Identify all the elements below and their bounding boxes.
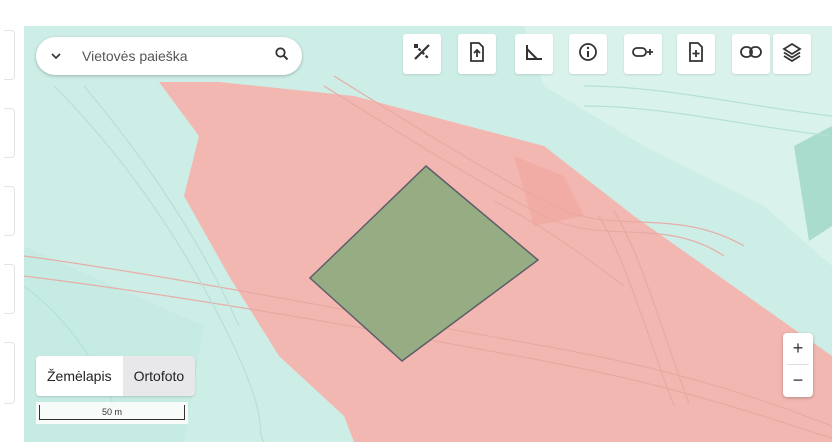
file-add-icon (687, 41, 705, 67)
search-box (36, 37, 302, 75)
layers-button[interactable] (773, 34, 811, 74)
info-button[interactable] (569, 34, 607, 74)
panel-tab[interactable] (4, 186, 15, 236)
panel-tab[interactable] (4, 342, 15, 404)
angle-measure-icon (524, 43, 544, 66)
panel-tab[interactable] (4, 264, 15, 314)
search-button[interactable] (262, 37, 302, 75)
layers-icon (782, 42, 802, 67)
map-type-switcher: Žemėlapis Ortofoto (36, 356, 196, 396)
scale-bar: 50 m (36, 402, 188, 424)
map-type-option-ortho[interactable]: Ortofoto (123, 356, 196, 396)
info-icon (578, 42, 598, 67)
file-upload-icon (468, 41, 486, 67)
scale-bar-label: 50 m (101, 407, 122, 417)
link-add-icon (632, 44, 654, 65)
chevron-down-icon[interactable] (36, 37, 76, 75)
header-band (24, 0, 832, 26)
zoom-in-button[interactable]: + (783, 333, 813, 364)
panel-tab[interactable] (4, 108, 15, 158)
link-add-button[interactable] (624, 34, 662, 74)
zoom-control: + − (783, 333, 813, 397)
upload-file-button[interactable] (458, 34, 496, 74)
zoom-out-button[interactable]: − (783, 365, 813, 396)
add-file-button[interactable] (677, 34, 715, 74)
measure-button[interactable] (515, 34, 553, 74)
link-button[interactable] (732, 34, 770, 74)
edit-tools-button[interactable] (403, 34, 441, 74)
search-input[interactable] (76, 41, 262, 71)
map-type-option-map[interactable]: Žemėlapis (36, 356, 123, 396)
panel-tab[interactable] (4, 30, 15, 80)
pencil-ruler-cross-icon (412, 42, 432, 67)
search-icon (275, 46, 289, 66)
link-icon (740, 45, 762, 64)
left-panel-edge (0, 0, 24, 442)
